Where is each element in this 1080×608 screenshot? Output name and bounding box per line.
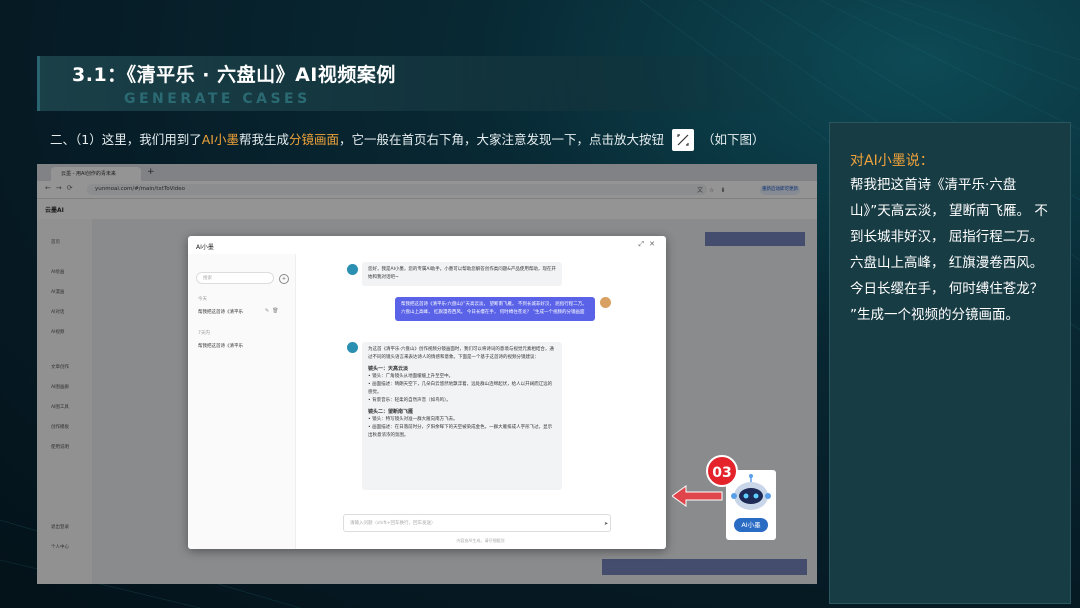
ai-disclaimer: 内容由AI生成，请仔细甄别 (456, 538, 505, 543)
scene-item: • 镜头：广角镜头从地面缓缓上升至空中。 (368, 374, 454, 379)
scene-item-text: 镜头：特写镜头对准一群大雁向南方飞去。 (372, 417, 458, 422)
chat-area: 您好，我是AI小墨，您的专属AI助手。小墨可以帮助您解答创作类问题&产品使用帮助… (295, 254, 666, 549)
user-message: 帮我把这首诗《清平乐·六盘山》”天高云淡， 望断南飞雁。 不到长城非好汉， 屈指… (395, 297, 595, 321)
ai-icon-label: AI小墨 (734, 518, 768, 532)
scene-item: • 镜头：特写镜头对准一群大雁向南方飞去。 (368, 417, 458, 422)
history-search-input[interactable]: 搜索 (196, 272, 274, 284)
history-item[interactable]: 帮我把这首诗《清平乐 (198, 343, 243, 349)
scene-title: 镜头一：天高云淡 (368, 366, 409, 372)
bot-greeting: 您好，我是AI小墨，您的专属AI助手。小墨可以帮助您解答创作类问题&产品使用帮助… (362, 262, 562, 286)
scene-item-text: 画面描述：在日落前时分，夕阳余晖下的天空被染成金色，一群大雁排成人字形飞过，显示… (368, 425, 553, 438)
dialog-history-panel: 搜索 + 今天 帮我把这首诗《清平乐 ✎🗑 7天内 帮我把这首诗《清平乐 (188, 254, 296, 549)
scene-item-text: 镜头：广角镜头从地面缓缓上升至空中。 (372, 374, 454, 379)
scene-item: • 画面描述：晴朗天空下，几朵白云悠然地飘浮着，远处群山连绵起伏，给人以开阔而辽… (368, 382, 553, 395)
dialog-title: AI小墨 (196, 244, 214, 251)
instruction-middle2: ，它一般在首页右下角，大家注意发现一下，点击放大按钮 (339, 132, 665, 147)
step-badge: 03 (706, 455, 738, 487)
instruction-middle1: 帮我生成 (238, 132, 289, 147)
instruction-highlight-storyboard: 分镜画面 (288, 132, 339, 147)
bot-reply: 为这首《清平乐·六盘山》创作视频分镜画面时，我们可以将诗词的意境与视觉元素相结合… (362, 342, 562, 490)
expand-button[interactable] (672, 128, 695, 151)
left-arrow-icon (672, 485, 723, 507)
scene-item-text: 背景音乐：轻柔的自然声音（如鸟鸣）。 (372, 398, 451, 403)
history-item[interactable]: 帮我把这首诗《清平乐 (198, 309, 243, 315)
expand-icon (677, 133, 689, 146)
user-avatar (600, 297, 611, 308)
bot-reply-intro: 为这首《清平乐·六盘山》创作视频分镜画面时，我们可以将诗词的意境与视觉元素相结合… (368, 347, 554, 360)
instruction-highlight-ai: AI小墨 (201, 132, 239, 147)
history-item-actions[interactable]: ✎🗑 (265, 308, 282, 314)
history-label-today: 今天 (198, 297, 207, 302)
slide-title: 3.1：《清平乐 · 六盘山》AI视频案例 (72, 64, 396, 86)
instruction-suffix: （如下图） (702, 132, 765, 147)
scene-item: • 画面描述：在日落前时分，夕阳余晖下的天空被染成金色，一群大雁排成人字形飞过，… (368, 425, 553, 438)
scene-item: • 背景音乐：轻柔的自然声音（如鸟鸣）。 (368, 398, 451, 403)
bot-avatar (347, 264, 358, 275)
slide-subtitle: GENERATE CASES (124, 91, 311, 107)
instruction-prefix: 二、（1）这里，我们用到了 (50, 132, 202, 147)
side-panel-body: 帮我把这首诗《清平乐·六盘山》”天高云淡， 望断南飞雁。 不到长城非好汉， 屈指… (850, 177, 1048, 323)
scene-title: 镜头二：望断南飞雁 (368, 409, 414, 415)
bot-avatar (347, 342, 358, 353)
instruction-text: 二、（1）这里，我们用到了AI小墨帮我生成分镜画面，它一般在首页右下角，大家注意… (50, 128, 765, 152)
ai-assistant-dialog: AI小墨 ⤢✕ 搜索 + 今天 帮我把这首诗《清平乐 ✎🗑 7天内 帮我把这首诗… (188, 236, 666, 549)
history-label-week: 7天内 (198, 331, 210, 336)
scene-item-text: 画面描述：晴朗天空下，几朵白云悠然地飘浮着，远处群山连绵起伏，给人以开阔而辽远的… (368, 382, 553, 395)
side-panel-heading: 对AI小墨说： (850, 153, 934, 169)
chat-input[interactable]: 请输入问题（shift+回车换行，回车发送） (343, 514, 611, 532)
new-chat-icon[interactable]: + (279, 274, 289, 284)
send-icon[interactable]: ➤ (604, 521, 608, 527)
dialog-controls[interactable]: ⤢✕ (639, 240, 660, 249)
